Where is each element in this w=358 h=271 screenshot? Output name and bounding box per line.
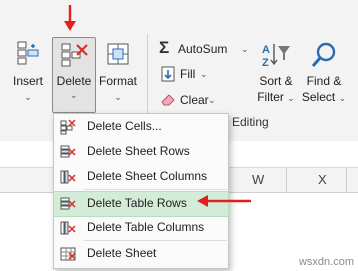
format-label: Format — [98, 74, 137, 88]
column-header-w[interactable]: W — [252, 172, 264, 187]
column-divider — [286, 168, 287, 192]
sort-filter-button[interactable]: A Z Sort & Filter ⌄ — [252, 38, 300, 110]
delete-dropdown-menu: Delete Cells... Delete Sheet Rows Delete… — [53, 113, 229, 269]
menu-item-delete-sheet-columns[interactable]: Delete Sheet Columns — [54, 165, 228, 189]
delete-table-rows-icon — [60, 197, 76, 210]
annotation-arrow-down-icon — [64, 5, 76, 31]
find-select-button[interactable]: Find & Select ⌄ — [300, 38, 348, 110]
delete-sheet-columns-icon — [60, 170, 76, 184]
menu-item-label: Delete Sheet Rows — [87, 144, 190, 158]
menu-item-delete-cells[interactable]: Delete Cells... — [54, 115, 228, 139]
column-header-x[interactable]: X — [318, 172, 327, 187]
svg-text:A: A — [262, 44, 270, 56]
sigma-icon: Σ — [159, 38, 170, 57]
clear-label: Clear — [180, 93, 209, 107]
delete-sheet-rows-icon — [60, 145, 76, 158]
insert-cells-icon — [17, 41, 39, 65]
delete-button[interactable]: Delete ⌄ — [52, 37, 96, 113]
menu-separator — [84, 240, 227, 241]
delete-label: Delete — [56, 74, 92, 88]
chevron-down-icon: ⌄ — [114, 92, 122, 102]
svg-text:Z: Z — [262, 57, 269, 69]
chevron-down-icon: ⌄ — [200, 69, 208, 79]
menu-item-label: Delete Table Rows — [87, 196, 187, 210]
delete-table-columns-icon — [60, 221, 76, 235]
menu-item-label: Delete Sheet Columns — [87, 169, 208, 183]
autosum-button[interactable]: Σ AutoSum ⌄ — [156, 38, 256, 60]
watermark-text: wsxdn.com — [298, 256, 354, 268]
sort-filter-line2-wrapper: Filter ⌄ — [252, 89, 300, 106]
menu-item-delete-sheet[interactable]: Delete Sheet — [54, 242, 228, 266]
insert-button[interactable]: Insert ⌄ — [8, 38, 48, 110]
format-cells-icon — [107, 43, 129, 65]
insert-label: Insert — [12, 74, 43, 88]
menu-item-label: Delete Cells... — [87, 119, 162, 133]
menu-item-label: Delete Sheet — [87, 246, 157, 260]
annotation-arrow-left-icon — [197, 195, 251, 207]
editing-group-label: Editing — [232, 115, 269, 129]
fill-label: Fill — [180, 67, 196, 81]
find-select-line2-wrapper: Select ⌄ — [300, 89, 348, 106]
chevron-down-icon: ⌄ — [338, 93, 347, 103]
chevron-down-icon: ⌄ — [24, 92, 32, 102]
menu-separator — [84, 189, 227, 190]
delete-sheet-icon — [60, 247, 76, 261]
fill-button[interactable]: Fill ⌄ — [156, 65, 226, 85]
format-button[interactable]: Format ⌄ — [96, 38, 140, 110]
chevron-down-icon: ⌄ — [241, 44, 249, 54]
eraser-icon — [161, 94, 175, 106]
find-select-label-line1: Find & — [306, 74, 342, 88]
group-separator — [147, 34, 148, 124]
chevron-down-icon: ⌄ — [70, 90, 78, 100]
menu-item-label: Delete Table Columns — [87, 220, 205, 234]
magnifier-icon — [311, 42, 336, 67]
menu-item-delete-table-columns[interactable]: Delete Table Columns — [54, 216, 228, 240]
column-divider — [346, 168, 347, 192]
clear-button[interactable]: Clear ⌄ — [156, 91, 236, 111]
fill-down-icon — [161, 66, 175, 82]
sort-filter-icon: A Z — [262, 44, 290, 69]
delete-cells-ribbon-icon — [61, 43, 88, 67]
chevron-down-icon: ⌄ — [287, 93, 295, 103]
autosum-label: AutoSum — [178, 42, 228, 56]
sort-filter-label-line2: Filter — [257, 90, 284, 104]
menu-item-delete-sheet-rows[interactable]: Delete Sheet Rows — [54, 140, 228, 164]
delete-cells-icon — [60, 119, 76, 135]
chevron-down-icon: ⌄ — [208, 95, 216, 105]
sort-filter-label-line1: Sort & — [259, 74, 293, 88]
find-select-label-line2: Select — [301, 90, 336, 104]
